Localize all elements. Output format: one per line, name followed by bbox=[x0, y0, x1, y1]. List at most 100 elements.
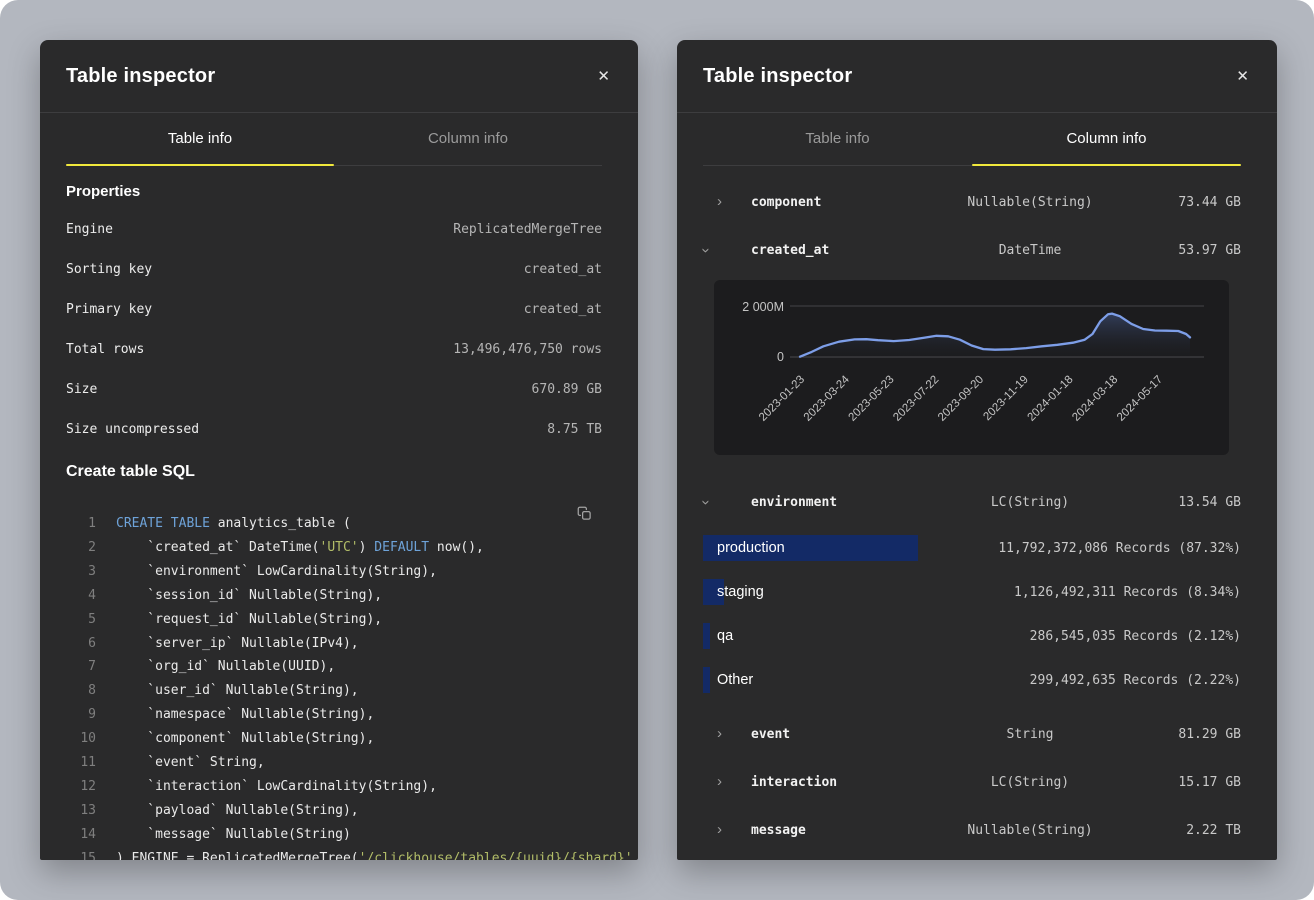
line-number: 4 bbox=[66, 584, 96, 608]
property-label: Size uncompressed bbox=[66, 422, 199, 437]
sql-token: `user_id` Nullable(String), bbox=[116, 679, 359, 703]
column-size: 73.44 GB bbox=[1129, 195, 1241, 210]
properties-heading: Properties bbox=[66, 183, 602, 200]
column-type: Nullable(String) bbox=[931, 823, 1129, 838]
chevron-down-icon[interactable]: › bbox=[699, 248, 714, 253]
property-value: created_at bbox=[524, 262, 602, 277]
value-bar-row: staging1,126,492,311 Records (8.34%) bbox=[703, 570, 1241, 614]
screen-backdrop: Table inspector ✕ Table info Column info… bbox=[0, 0, 1314, 900]
value-bar-cell: staging bbox=[703, 579, 1014, 605]
sql-token: analytics_table ( bbox=[210, 512, 351, 536]
sql-token: `session_id` Nullable(String), bbox=[116, 584, 382, 608]
property-row: Sorting key created_at bbox=[66, 249, 602, 289]
sql-code-line: 5 `request_id` Nullable(String), bbox=[66, 608, 602, 632]
chevron-cell: › bbox=[703, 193, 733, 211]
sql-code-line: 1CREATE TABLE analytics_table ( bbox=[66, 512, 602, 536]
sql-token: now(), bbox=[429, 536, 484, 560]
dialog-header: Table inspector ✕ bbox=[677, 40, 1277, 113]
property-value: ReplicatedMergeTree bbox=[453, 222, 602, 237]
chevron-right-icon[interactable]: › bbox=[703, 194, 722, 209]
chevron-cell: › bbox=[703, 773, 733, 791]
line-number: 5 bbox=[66, 608, 96, 632]
sql-token: 'UTC' bbox=[320, 536, 359, 560]
sql-token: `org_id` Nullable(UUID), bbox=[116, 655, 335, 679]
chevron-cell: › bbox=[703, 821, 733, 839]
column-row-component[interactable]: ›componentNullable(String)73.44 GB bbox=[703, 178, 1241, 226]
line-number: 13 bbox=[66, 799, 96, 823]
columns-list: › component Nullable(String) 73.44 GB ›creat… bbox=[677, 166, 1277, 854]
chart-axis-label: 2023-07-22 bbox=[891, 374, 941, 424]
column-size: 53.97 GB bbox=[1129, 243, 1241, 258]
tab-table-info[interactable]: Table info bbox=[703, 113, 972, 165]
column-row-interaction[interactable]: ›interactionLC(String)15.17 GB bbox=[703, 758, 1241, 806]
line-number: 2 bbox=[66, 536, 96, 560]
column-size: 13.54 GB bbox=[1129, 495, 1241, 510]
sql-token: `namespace` Nullable(String), bbox=[116, 703, 374, 727]
line-number: 15 bbox=[66, 847, 96, 860]
sql-token: ) bbox=[359, 536, 375, 560]
chart-axis-label: 2023-11-19 bbox=[981, 374, 1030, 423]
chevron-right-icon[interactable]: › bbox=[703, 774, 722, 789]
property-label: Sorting key bbox=[66, 262, 152, 277]
column-row-message[interactable]: › messageNullable(String)2.22 TB bbox=[703, 806, 1241, 854]
chevron-right-icon[interactable]: › bbox=[703, 726, 722, 741]
sql-code-line: 12 `interaction` LowCardinality(String), bbox=[66, 775, 602, 799]
value-bar-row: qa286,545,035 Records (2.12%) bbox=[703, 614, 1241, 658]
chart-axis-label: 2024-03-18 bbox=[1070, 374, 1120, 424]
column-name: message bbox=[733, 823, 931, 838]
line-number: 7 bbox=[66, 655, 96, 679]
table-inspector-dialog-right: Table inspector ✕ Table info Column info… bbox=[677, 40, 1277, 860]
sql-token: `server_ip` Nullable(IPv4), bbox=[116, 632, 359, 656]
sql-token: `event` String, bbox=[116, 751, 265, 775]
line-number: 3 bbox=[66, 560, 96, 584]
sql-code-line: 11 `event` String, bbox=[66, 751, 602, 775]
column-type: LC(String) bbox=[931, 775, 1129, 790]
property-label: Primary key bbox=[66, 302, 152, 317]
column-row-environment[interactable]: ›environmentLC(String)13.54 GB bbox=[703, 478, 1241, 526]
close-icon[interactable]: ✕ bbox=[1232, 65, 1253, 88]
dialog-title: Table inspector bbox=[703, 65, 852, 88]
properties-list: Engine ReplicatedMergeTree Sorting key crea… bbox=[66, 209, 602, 449]
sql-code-line: 10 `component` Nullable(String), bbox=[66, 727, 602, 751]
sql-token: `payload` Nullable(String), bbox=[116, 799, 359, 823]
column-type: DateTime bbox=[931, 243, 1129, 258]
bars-gap bbox=[703, 702, 1241, 710]
chevron-right-icon[interactable]: › bbox=[703, 822, 722, 837]
sql-code-line: 15) ENGINE = ReplicatedMergeTree('/click… bbox=[66, 847, 602, 860]
property-value: created_at bbox=[524, 302, 602, 317]
sql-token: `message` Nullable(String) bbox=[116, 823, 351, 847]
copy-icon[interactable] bbox=[577, 506, 592, 526]
sql-token: `request_id` Nullable(String), bbox=[116, 608, 382, 632]
sql-code-line: 9 `namespace` Nullable(String), bbox=[66, 703, 602, 727]
sql-token: DEFAULT bbox=[374, 536, 429, 560]
tab-column-info[interactable]: Column info bbox=[972, 113, 1241, 165]
sql-code-line: 7 `org_id` Nullable(UUID), bbox=[66, 655, 602, 679]
property-row: Total rows13,496,476,750 rows bbox=[66, 329, 602, 369]
line-number: 14 bbox=[66, 823, 96, 847]
column-size: 81.29 GB bbox=[1129, 727, 1241, 742]
line-number: 12 bbox=[66, 775, 96, 799]
dialog-title: Table inspector bbox=[66, 65, 215, 88]
column-row-event[interactable]: ›eventString81.29 GB bbox=[703, 710, 1241, 758]
value-label: production bbox=[703, 540, 785, 556]
chart-axis-label: 2023-09-20 bbox=[936, 374, 986, 424]
property-label: Engine bbox=[66, 222, 113, 237]
value-records: 299,492,635 Records (2.22%) bbox=[1030, 673, 1241, 688]
sql-token: CREATE TABLE bbox=[116, 512, 210, 536]
column-name: component bbox=[733, 195, 931, 210]
tab-table-info[interactable]: Table info bbox=[66, 113, 334, 165]
tab-column-info[interactable]: Column info bbox=[334, 113, 602, 165]
close-icon[interactable]: ✕ bbox=[593, 65, 614, 88]
column-row-created_at[interactable]: ›created_atDateTime53.97 GB bbox=[703, 226, 1241, 274]
chevron-down-icon[interactable]: › bbox=[699, 500, 714, 505]
sql-code-line: 14 `message` Nullable(String) bbox=[66, 823, 602, 847]
value-bar-cell: Other bbox=[703, 667, 1030, 693]
sql-code-line: 2 `created_at` DateTime('UTC') DEFAULT n… bbox=[66, 536, 602, 560]
property-row: Primary key created_at bbox=[66, 289, 602, 329]
chart-axis-label: 2023-05-23 bbox=[847, 374, 897, 424]
property-row: Size uncompressed8.75 TB bbox=[66, 409, 602, 449]
column-size: 15.17 GB bbox=[1129, 775, 1241, 790]
value-bar-cell: qa bbox=[703, 623, 1030, 649]
column-size: 2.22 TB bbox=[1129, 823, 1241, 838]
value-records: 1,126,492,311 Records (8.34%) bbox=[1014, 585, 1241, 600]
